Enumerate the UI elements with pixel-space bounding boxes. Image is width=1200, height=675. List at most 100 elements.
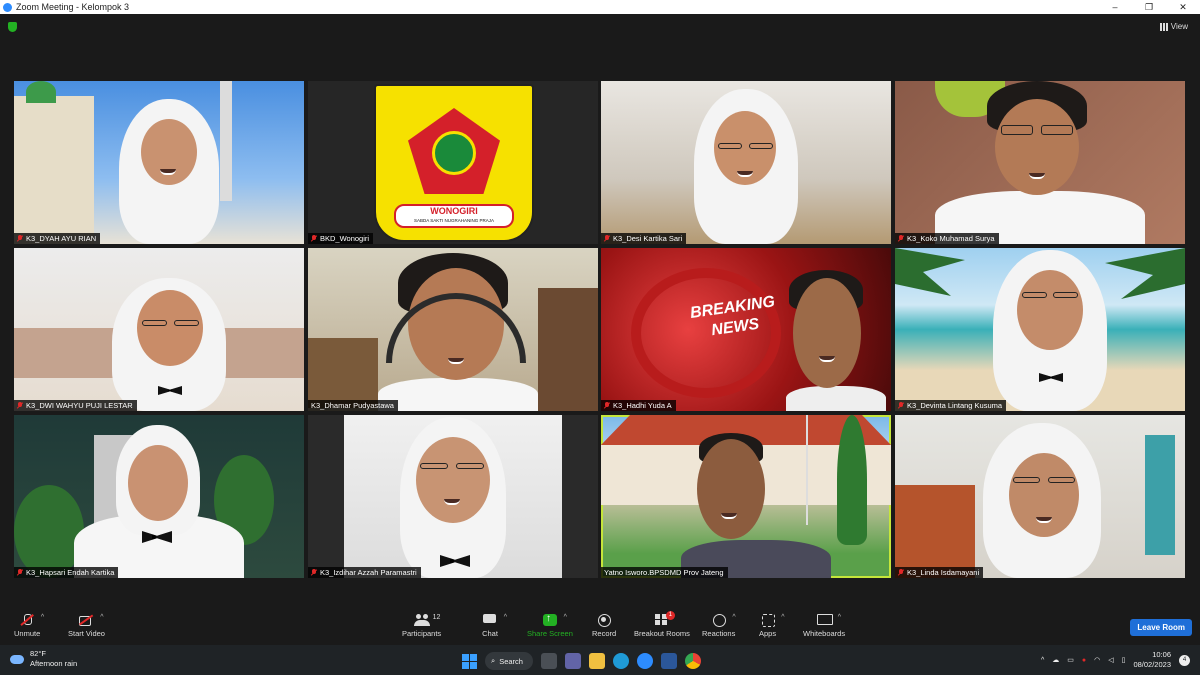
record-label: Record	[592, 629, 617, 638]
taskbar-apps: ⌕ Search	[462, 652, 701, 670]
windows-start-icon[interactable]	[462, 653, 477, 669]
chevron-up-icon[interactable]: ^	[732, 614, 735, 621]
video-tile[interactable]: K3_Izdihar Azzah Paramastri	[308, 415, 598, 578]
video-tile[interactable]: BREAKING NEWS K3_Hadhi Yuda A	[601, 248, 891, 411]
maximize-button[interactable]: ❐	[1132, 0, 1166, 14]
tree	[837, 415, 867, 545]
meeting-toolbar: ^ Unmute ^ Start Video 12 Participants ^…	[0, 611, 1200, 645]
wifi-icon[interactable]: ◠	[1094, 656, 1100, 664]
bookshelf	[538, 288, 598, 411]
participant-name-label: K3_Koko Muhamad Surya	[895, 233, 999, 244]
taskbar-search[interactable]: ⌕ Search	[485, 652, 533, 670]
video-tile[interactable]: WONOGIRI SABDA SAKTI NUGRAHANING PRAJA B…	[308, 81, 598, 244]
video-off-icon: ^	[78, 614, 103, 626]
video-tile[interactable]: K3_DWI WAHYU PUJI LESTAR	[14, 248, 304, 411]
participants-icon: 12	[413, 614, 440, 626]
leave-room-button[interactable]: Leave Room	[1130, 619, 1192, 636]
chevron-up-icon[interactable]: ^	[504, 614, 507, 621]
apps-button[interactable]: ^ Apps	[759, 614, 785, 638]
chrome-icon[interactable]	[685, 653, 701, 669]
microphone-icon[interactable]: ●	[1082, 657, 1086, 664]
whiteboards-button[interactable]: ^ Whiteboards	[803, 614, 845, 638]
door	[895, 485, 975, 578]
chevron-up-icon[interactable]: ^	[781, 614, 784, 621]
search-label: Search	[499, 656, 523, 666]
chat-icon: ^	[482, 614, 507, 626]
video-tile[interactable]: K3_Dhamar Pudyastawa	[308, 248, 598, 411]
word-icon[interactable]	[661, 653, 677, 669]
notification-badge[interactable]: 4	[1179, 654, 1190, 666]
whiteboards-label: Whiteboards	[803, 629, 846, 638]
video-tile[interactable]: K3_Desi Kartika Sari	[601, 81, 891, 244]
palm-leaves	[1105, 248, 1185, 299]
onedrive-icon[interactable]: ☁	[1052, 656, 1059, 664]
chat-button[interactable]: ^ Chat	[482, 614, 507, 638]
shield-icon[interactable]	[8, 22, 17, 32]
apps-label: Apps	[759, 629, 777, 638]
apps-icon: ^	[760, 614, 785, 627]
search-icon: ⌕	[491, 656, 496, 665]
video-tile[interactable]: K3_DYAH AYU RIAN	[14, 81, 304, 244]
mic-muted-icon	[17, 235, 23, 242]
chevron-up-icon[interactable]: ^	[838, 614, 841, 621]
participant-name-label: K3_DWI WAHYU PUJI LESTAR	[14, 400, 137, 411]
chevron-up-icon[interactable]: ^	[1041, 657, 1044, 664]
task-view-icon[interactable]	[541, 653, 557, 669]
teams-icon[interactable]	[565, 653, 581, 669]
chevron-up-icon[interactable]: ^	[100, 614, 103, 621]
volume-icon[interactable]: ◁	[1108, 656, 1113, 664]
reactions-label: Reactions	[702, 629, 736, 638]
whiteboard-icon: ^	[816, 614, 841, 626]
video-tile[interactable]: K3_Linda Isdamayani	[895, 415, 1185, 578]
windows-taskbar: 82°F Afternoon rain ⌕ Search ^ ☁ ▭ ● ◠ ◁ …	[0, 645, 1200, 675]
start-video-button[interactable]: ^ Start Video	[68, 614, 105, 638]
unmute-label: Unmute	[14, 629, 41, 638]
logo-title: WONOGIRI	[430, 206, 478, 216]
mic-muted-icon	[604, 235, 610, 242]
participant-name-label: K3_Hapsari Endah Kartika	[14, 567, 119, 578]
mic-muted-icon	[604, 402, 610, 409]
chevron-up-icon[interactable]: ^	[41, 614, 44, 621]
mic-muted-icon	[311, 235, 317, 242]
breakout-rooms-button[interactable]: 1 Breakout Rooms	[634, 611, 690, 638]
video-tile[interactable]: K3_Hapsari Endah Kartika	[14, 415, 304, 578]
breakout-badge: 1	[665, 611, 675, 620]
weather-widget[interactable]: 82°F Afternoon rain	[10, 649, 77, 669]
share-screen-button[interactable]: ^ Share Screen	[527, 613, 573, 638]
mic-muted-icon	[17, 402, 23, 409]
weather-temp: 82°F	[30, 649, 46, 658]
video-tile-active-speaker[interactable]: Yatno Isworo.BPSDMD Prov Jateng	[601, 415, 891, 578]
file-explorer-icon[interactable]	[589, 653, 605, 669]
battery-icon[interactable]: ▯	[1122, 656, 1126, 664]
zoom-icon[interactable]	[637, 653, 653, 669]
mic-muted-icon	[898, 402, 904, 409]
unmute-button[interactable]: ^ Unmute	[14, 614, 44, 638]
minimize-button[interactable]: –	[1098, 0, 1132, 14]
video-tile[interactable]: K3_Koko Muhamad Surya	[895, 81, 1185, 244]
network-icon[interactable]: ▭	[1067, 656, 1074, 664]
meeting-top-bar: View	[0, 14, 1200, 74]
share-screen-label: Share Screen	[527, 629, 573, 638]
mosque-background	[14, 96, 94, 244]
participant-name-label: K3_Dhamar Pudyastawa	[308, 400, 398, 411]
clock[interactable]: 10:06 08/02/2023	[1133, 650, 1171, 670]
participant-name-label: K3_Devinta Lintang Kusuma	[895, 400, 1007, 411]
system-tray: ^ ☁ ▭ ● ◠ ◁ ▯ 10:06 08/02/2023 4	[1041, 650, 1190, 670]
clock-time: 10:06	[1152, 650, 1171, 659]
window-title-bar: Zoom Meeting - Kelompok 3 – ❐ ✕	[0, 0, 1200, 14]
grid-icon	[1159, 22, 1168, 31]
video-tile[interactable]: K3_Devinta Lintang Kusuma	[895, 248, 1185, 411]
participant-name-label: K3_Linda Isdamayani	[895, 567, 984, 578]
view-label: View	[1170, 22, 1188, 31]
edge-icon[interactable]	[613, 653, 629, 669]
record-button[interactable]: Record	[592, 614, 616, 638]
close-button[interactable]: ✕	[1166, 0, 1200, 14]
view-button[interactable]: View	[1159, 22, 1188, 31]
participants-count: 12	[432, 614, 441, 621]
chevron-up-icon[interactable]: ^	[564, 614, 567, 621]
weather-desc: Afternoon rain	[30, 659, 78, 668]
participant-name-label: K3_Desi Kartika Sari	[601, 233, 687, 244]
participants-button[interactable]: 12 Participants	[402, 614, 441, 638]
smiley-icon: ^	[711, 614, 736, 627]
reactions-button[interactable]: ^ Reactions	[702, 614, 736, 638]
